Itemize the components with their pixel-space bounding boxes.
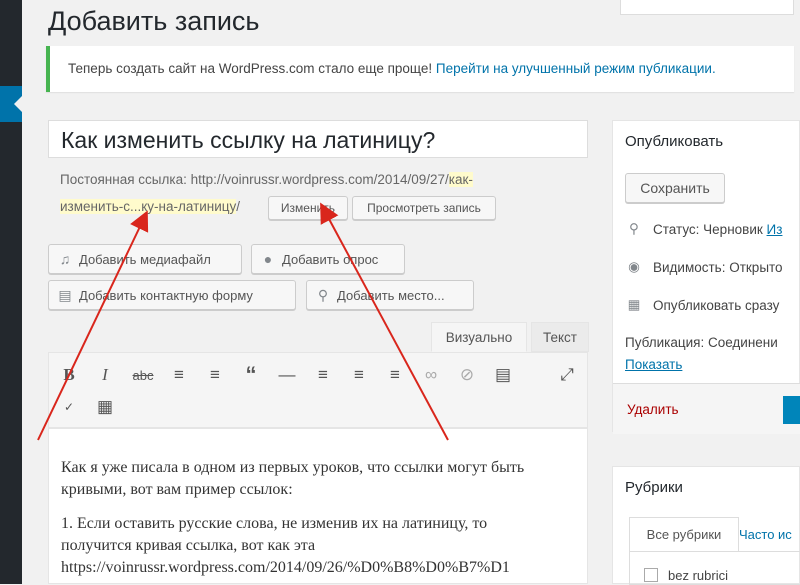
add-media-label: Добавить медиафайл	[79, 251, 211, 267]
align-right-icon[interactable]: ≡	[383, 363, 407, 387]
notice-link[interactable]: Перейти на улучшенный режим публикации.	[436, 61, 716, 76]
add-poll-button[interactable]: ● Добавить опрос	[251, 244, 405, 274]
category-item: bez rubrici	[668, 568, 728, 583]
publish-button[interactable]	[783, 396, 800, 424]
add-poll-label: Добавить опрос	[282, 251, 379, 267]
edit-permalink-button[interactable]: Изменить	[268, 196, 348, 220]
strikethrough-icon[interactable]: abc	[131, 363, 155, 387]
screen-options-tab[interactable]	[620, 0, 794, 15]
permalink-label: Постоянная ссылка:	[60, 172, 187, 187]
align-left-icon[interactable]: ≡	[311, 363, 335, 387]
toolbar-toggle-icon[interactable]: ▦	[93, 395, 117, 419]
spellcheck-icon[interactable]: ✓	[57, 395, 81, 419]
pin-icon: ⚲	[629, 221, 639, 236]
tab-popular-categories[interactable]: Часто ис	[739, 527, 792, 542]
admin-sidebar	[0, 0, 22, 584]
add-media-button[interactable]: ♫ Добавить медиафайл	[48, 244, 242, 274]
location-pin-icon: ⚲	[317, 286, 329, 303]
publish-box: Опубликовать Сохранить ⚲ Статус: Черновик…	[612, 120, 800, 434]
add-contact-form-button[interactable]: ▤ Добавить контактную форму	[48, 280, 296, 310]
quote-icon[interactable]: “	[239, 362, 263, 387]
paragraph-2-line-2: получится кривая ссылка, вот как эта	[61, 537, 316, 554]
tab-text[interactable]: Текст	[531, 322, 589, 352]
notice-text: Теперь создать сайт на WordPress.com ста…	[68, 61, 433, 76]
publish-now-label: Опубликовать сразу	[653, 297, 780, 313]
paragraph-1-line-1: Как я уже писала в одном из первых уроко…	[61, 459, 525, 476]
poll-icon: ●	[263, 251, 273, 267]
status-row: ⚲ Статус: Черновик Из	[625, 221, 782, 237]
status-edit-link[interactable]: Из	[767, 222, 783, 237]
tab-all-categories[interactable]: Все рубрики	[629, 517, 739, 551]
post-title-input[interactable]: Как изменить ссылку на латиницу?	[48, 120, 588, 158]
page-title: Добавить запись	[48, 6, 260, 36]
upgrade-notice: Теперь создать сайт на WordPress.com ста…	[46, 46, 794, 92]
categories-box-title: Рубрики	[625, 479, 683, 496]
view-post-button[interactable]: Просмотреть запись	[352, 196, 496, 220]
contact-form-icon: ▤	[58, 286, 72, 303]
show-publicize-link[interactable]: Показать	[625, 357, 682, 372]
paragraph-2-line-1: 1. Если оставить русские слова, не измен…	[61, 515, 488, 532]
permalink-slug[interactable]: как-	[448, 172, 473, 187]
delete-link[interactable]: Удалить	[627, 402, 679, 417]
status-label: Статус: Черновик	[653, 221, 763, 237]
bold-icon[interactable]: B	[57, 363, 81, 387]
add-location-button[interactable]: ⚲ Добавить место...	[306, 280, 474, 310]
publish-actions: Удалить	[613, 383, 800, 434]
save-draft-button[interactable]: Сохранить	[625, 173, 725, 203]
permalink-base: http://voinrussr.wordpress.com/2014/09/2…	[190, 172, 449, 187]
schedule-row: ▦ Опубликовать сразу	[625, 297, 780, 313]
permalink-end: /	[236, 199, 241, 214]
unlink-icon[interactable]: ⊘	[455, 363, 479, 387]
calendar-icon: ▦	[627, 297, 641, 312]
horizontal-line-icon[interactable]: —	[275, 363, 299, 387]
editor-toolbar: B I abc ≡ ≡ “ — ≡ ≡ ≡ ∞ ⊘ ▤ ⤢ ✓ ▦	[48, 352, 588, 428]
tab-visual[interactable]: Визуально	[431, 322, 527, 352]
read-more-icon[interactable]: ▤	[491, 363, 515, 387]
fullscreen-icon[interactable]: ⤢	[555, 363, 579, 387]
paragraph-1-line-2: кривыми, вот вам пример ссылок:	[61, 481, 293, 498]
paragraph-2-line-3: https://voinrussr.wordpress.com/2014/09/…	[61, 559, 510, 576]
numbered-list-icon[interactable]: ≡	[203, 363, 227, 387]
permalink-line: Постоянная ссылка: http://voinrussr.word…	[60, 172, 473, 187]
eye-icon: ◉	[628, 259, 640, 274]
add-contact-label: Добавить контактную форму	[79, 287, 253, 303]
media-icon: ♫	[59, 251, 71, 267]
link-icon[interactable]: ∞	[419, 363, 443, 387]
add-location-label: Добавить место...	[337, 287, 445, 303]
publicize-row: Публикация: Соединени	[625, 335, 778, 350]
categories-box: Рубрики Все рубрики Часто ис bez rubrici	[612, 466, 800, 585]
visibility-label: Видимость: Открыто	[653, 259, 783, 275]
bullet-list-icon[interactable]: ≡	[167, 363, 191, 387]
permalink-slug-cont[interactable]: изменить-с...ку-на-латиницу	[60, 199, 237, 214]
align-center-icon[interactable]: ≡	[347, 363, 371, 387]
publish-box-title: Опубликовать	[625, 133, 724, 150]
visibility-row: ◉ Видимость: Открыто	[625, 259, 783, 275]
permalink-line-2: изменить-с...ку-на-латиницу/	[60, 199, 240, 214]
editor-content[interactable]: Как я уже писала в одном из первых уроко…	[48, 428, 588, 584]
italic-icon[interactable]: I	[93, 363, 117, 387]
category-checkbox[interactable]	[644, 568, 658, 582]
admin-menu-current[interactable]	[0, 86, 22, 122]
category-list: bez rubrici	[629, 551, 800, 585]
